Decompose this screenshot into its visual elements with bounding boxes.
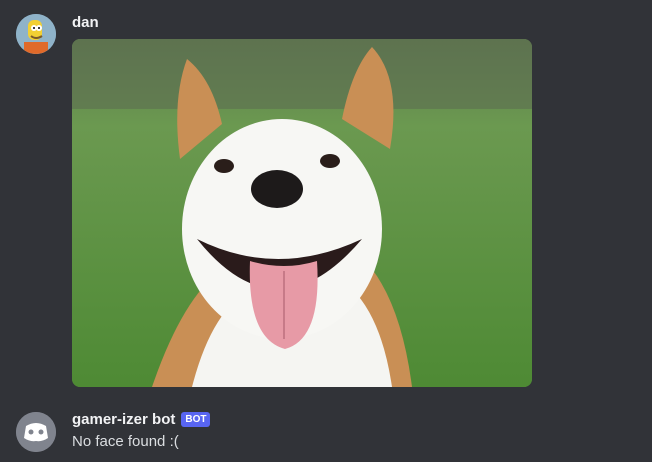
author-label[interactable]: dan [72,14,99,31]
user-avatar[interactable] [16,14,56,54]
message-text: No face found :( [72,433,179,450]
dog-photo-icon [72,39,532,387]
message-bot: gamer-izer bot BOT No face found :( [0,400,652,462]
image-attachment[interactable] [72,39,532,387]
bot-badge: BOT [181,412,211,427]
message-dan: dan [0,0,652,390]
discord-bot-avatar-icon [16,412,56,452]
author-name[interactable]: dan [72,14,99,31]
author-name: gamer-izer bot BOT [72,411,211,428]
bot-avatar[interactable] [16,412,56,452]
simpsons-avatar-icon [16,14,56,54]
author-label[interactable]: gamer-izer bot [72,411,175,428]
